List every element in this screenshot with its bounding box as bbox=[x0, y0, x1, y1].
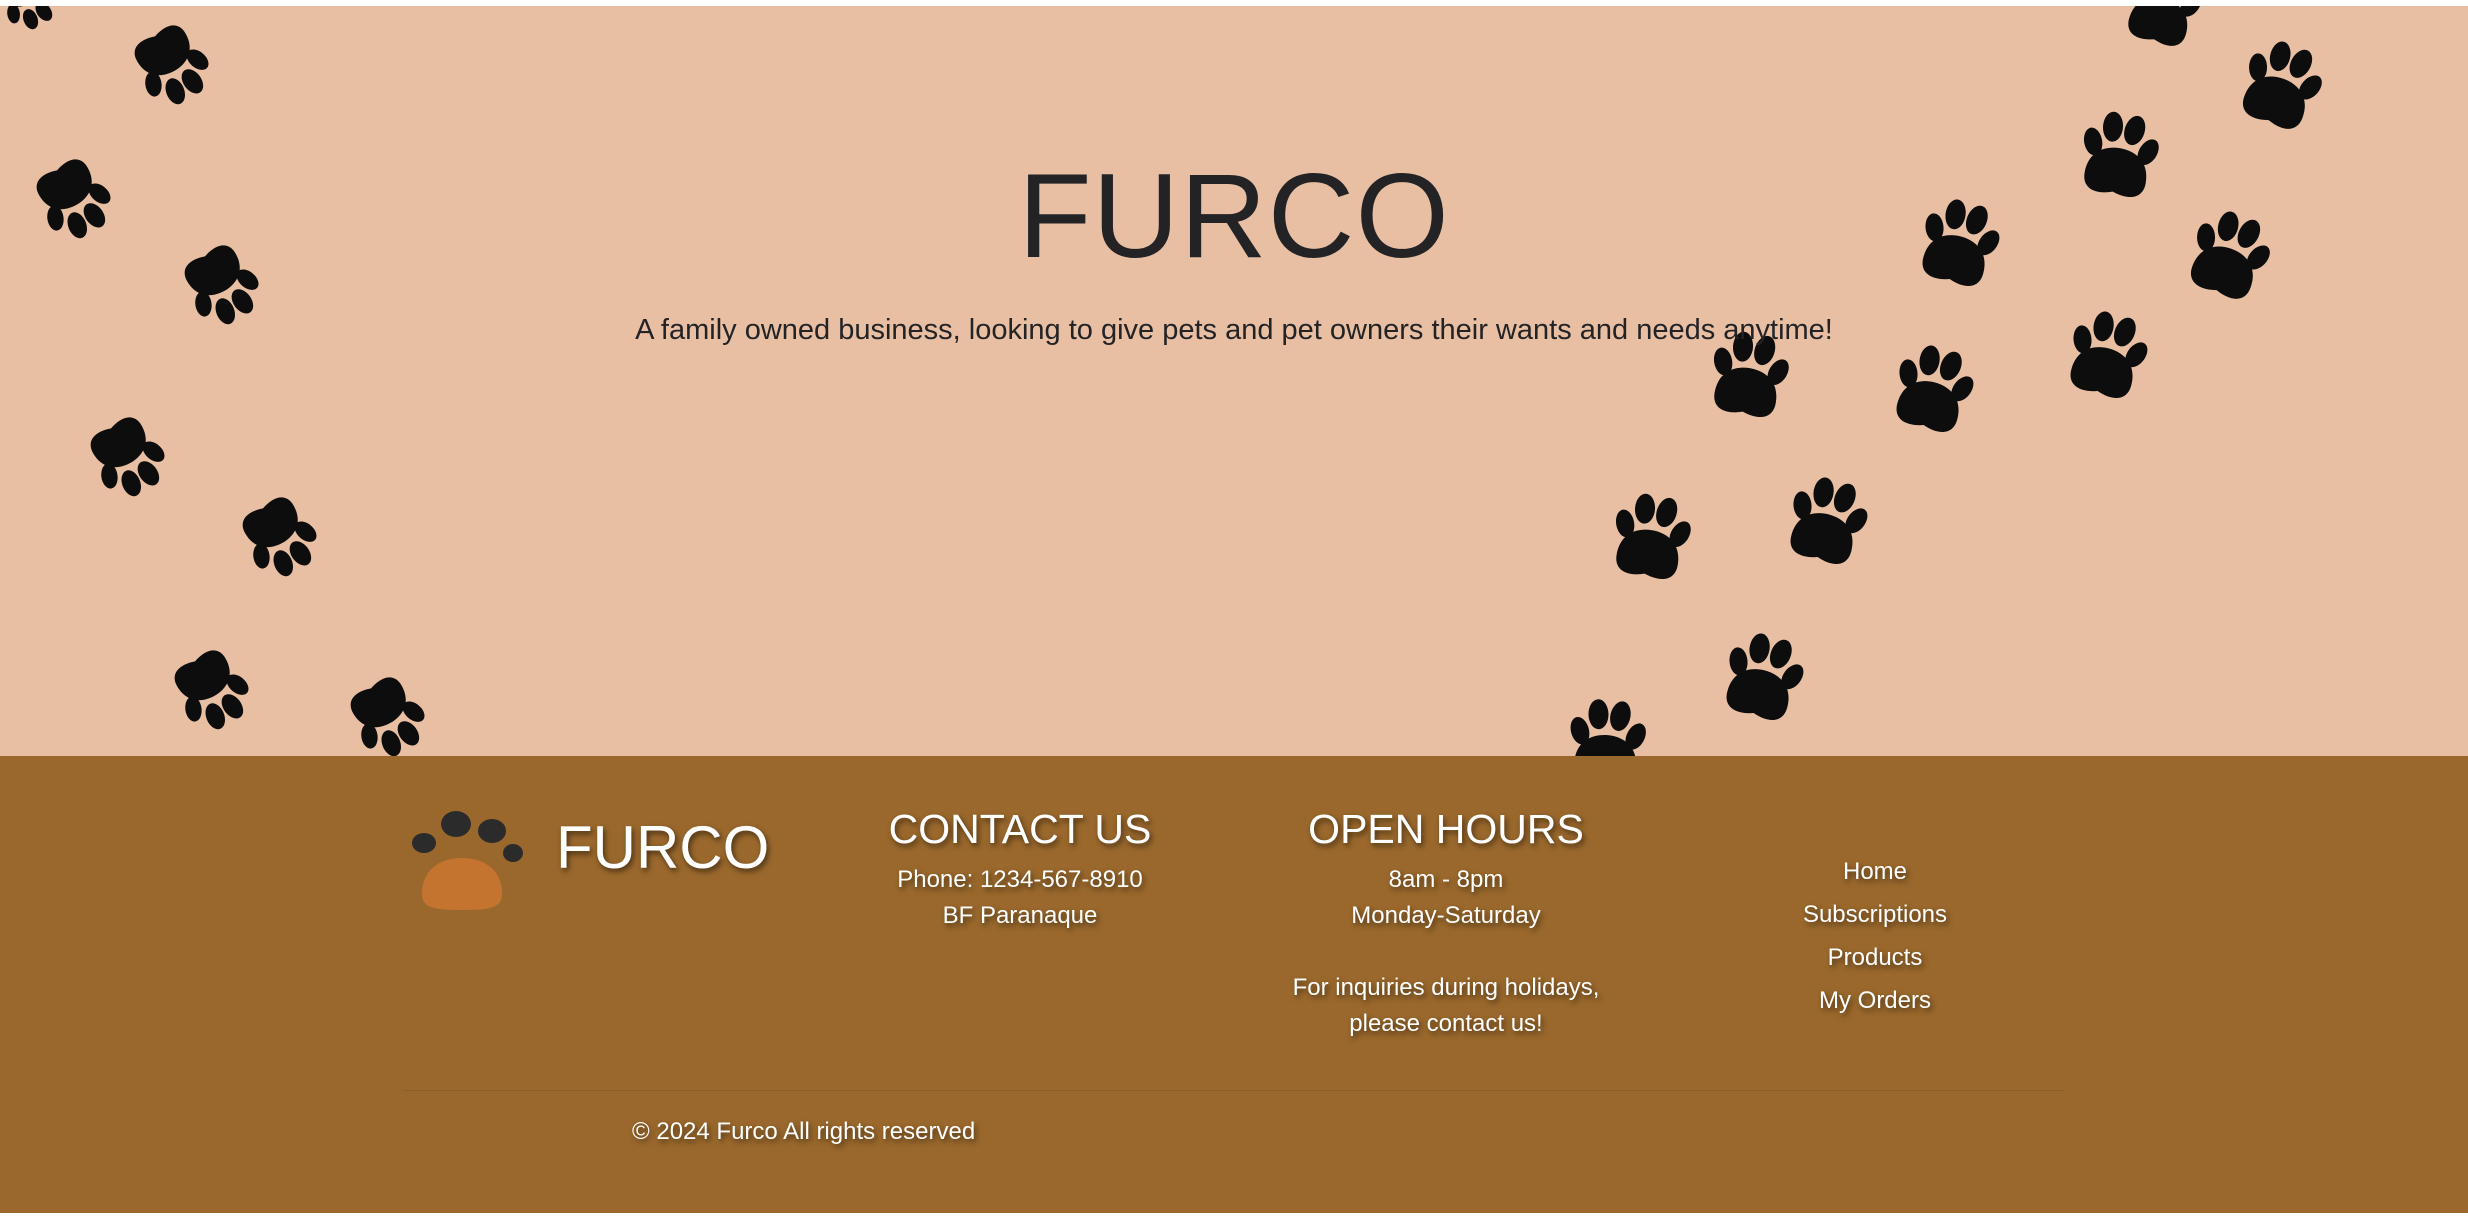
paw-icon bbox=[412, 811, 523, 910]
footer-nav: Home Subscriptions Products My Orders bbox=[1740, 850, 2010, 1022]
hero-title: FURCO bbox=[1018, 149, 1450, 283]
contact-address: BF Paranaque bbox=[942, 901, 1098, 929]
footer-link-my-orders[interactable]: My Orders bbox=[1740, 979, 2010, 1022]
footer-divider bbox=[402, 1090, 2064, 1091]
hero-subtitle: A family owned business, looking to give… bbox=[635, 314, 1833, 346]
copyright-text: © 2024 Furco All rights reserved bbox=[632, 1118, 976, 1145]
open-hours-section: OPEN HOURS 8am - 8pm Monday-Saturday For… bbox=[1246, 798, 1646, 1042]
footer-link-products[interactable]: Products bbox=[1740, 936, 2010, 979]
bottom-border bbox=[0, 1213, 2468, 1217]
open-hours-days: Monday-Saturday bbox=[1351, 901, 1541, 929]
footer-brand[interactable]: FURCO bbox=[402, 806, 782, 916]
holiday-note-line-1: For inquiries during holidays, bbox=[1292, 973, 1600, 1001]
contact-phone: Phone: 1234-567-8910 bbox=[897, 865, 1143, 893]
paw-print-trail bbox=[0, 6, 2336, 756]
footer-link-subscriptions[interactable]: Subscriptions bbox=[1740, 893, 2010, 936]
contact-heading: CONTACT US bbox=[888, 806, 1152, 852]
open-hours-heading: OPEN HOURS bbox=[1308, 806, 1584, 852]
footer-link-home[interactable]: Home bbox=[1740, 850, 2010, 893]
site-footer: FURCO CONTACT US Phone: 1234-567-8910 BF… bbox=[0, 756, 2468, 1217]
holiday-note-line-2: please contact us! bbox=[1349, 1009, 1543, 1037]
contact-section: CONTACT US Phone: 1234-567-8910 BF Paran… bbox=[870, 798, 1170, 934]
footer-brand-name: FURCO bbox=[556, 814, 770, 881]
hero-banner: FURCO A family owned business, looking t… bbox=[0, 6, 2468, 756]
open-hours-time: 8am - 8pm bbox=[1388, 865, 1504, 893]
